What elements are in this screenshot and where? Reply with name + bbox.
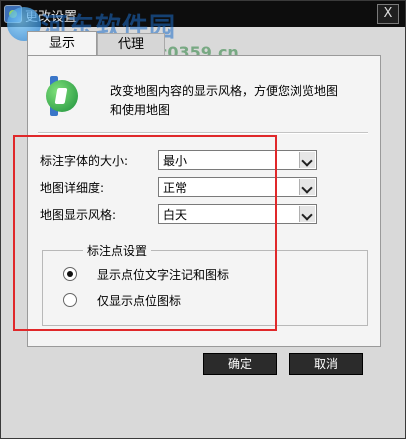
tab-display[interactable]: 显示: [27, 31, 97, 56]
cancel-button[interactable]: 取消: [289, 353, 363, 375]
divider: [38, 132, 368, 134]
chevron-down-icon[interactable]: [299, 152, 315, 168]
highlight-box: [13, 135, 277, 331]
chevron-down-icon[interactable]: [299, 179, 315, 195]
tab-proxy[interactable]: 代理: [97, 33, 165, 56]
chevron-down-icon[interactable]: [299, 206, 315, 222]
settings-dialog: 更改设置 X 河东软件园 www.pc0359.cn 显示 代理 改变地图内容的…: [0, 0, 406, 439]
close-button[interactable]: X: [377, 4, 399, 24]
panel-description: 改变地图内容的显示风格，方便您浏览地图和使用地图: [110, 84, 339, 117]
map-style-icon: [46, 80, 78, 112]
ok-button[interactable]: 确定: [203, 353, 277, 375]
